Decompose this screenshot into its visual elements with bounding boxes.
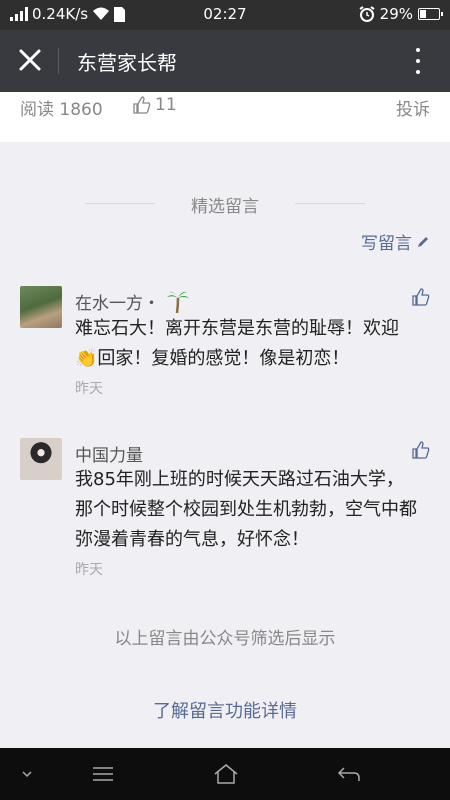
article-footer: 阅读 1860 11 投诉	[0, 92, 450, 142]
comment-time: 昨天	[75, 381, 103, 397]
page-title: 东营家长帮	[77, 51, 177, 75]
read-count: 阅读 1860	[20, 100, 103, 120]
more-vertical-icon	[416, 48, 420, 52]
comment-text: 我85年刚上班的时候天天路过石油大学，那个时候整个校园到处生机勃勃，空气中都弥漫…	[75, 469, 417, 550]
back-icon	[337, 767, 360, 781]
title-divider	[58, 48, 59, 74]
write-comment-button[interactable]: 写留言	[361, 229, 430, 254]
report-link[interactable]: 投诉	[396, 95, 430, 120]
thumbs-up-icon	[412, 288, 430, 306]
comments-title: 精选留言	[191, 197, 259, 217]
article-like-count: 11	[155, 95, 177, 115]
nav-bar	[0, 748, 450, 800]
comments-section-title: 精选留言	[0, 192, 450, 217]
battery-percent: 29%	[379, 5, 413, 23]
comment-like-button[interactable]	[412, 441, 430, 463]
comment-nickname: 中国力量	[75, 446, 143, 466]
chevron-down-icon	[22, 771, 32, 778]
avatar[interactable]	[20, 438, 62, 480]
comment-text: 难忘石大！离开东营是东营的耻辱！欢迎👏回家！复婚的感觉！像是初恋！	[75, 318, 399, 369]
comment-nickname: 在水一方・	[75, 289, 190, 314]
thumbs-up-icon	[412, 441, 430, 459]
pencil-icon	[418, 236, 428, 247]
filter-note: 以上留言由公众号筛选后显示	[114, 629, 336, 649]
battery-icon	[418, 8, 443, 20]
avatar[interactable]	[20, 286, 62, 328]
palm-tree-emoji	[167, 291, 189, 313]
title-line-left	[85, 203, 155, 204]
title-line-right	[295, 203, 365, 204]
thumbs-up-icon	[133, 96, 151, 114]
comment-time: 昨天	[75, 562, 103, 578]
more-button[interactable]	[406, 46, 430, 76]
learn-more-link[interactable]: 了解留言功能详情	[0, 697, 450, 723]
close-button[interactable]	[14, 46, 46, 76]
menu-icon	[93, 767, 113, 781]
alarm-icon	[359, 6, 375, 22]
write-comment-label: 写留言	[361, 234, 412, 254]
close-icon	[19, 49, 41, 71]
home-icon	[214, 764, 238, 784]
nav-back-button[interactable]	[334, 762, 364, 786]
comment-like-button[interactable]	[412, 288, 430, 310]
app-bar: 东营家长帮	[0, 30, 450, 92]
status-bar: 0.24K/s 02:27 29%	[0, 0, 450, 30]
article-like-button[interactable]: 11	[133, 95, 177, 115]
nav-hide-button[interactable]	[12, 762, 42, 786]
nav-menu-button[interactable]	[88, 762, 118, 786]
nav-home-button[interactable]	[211, 762, 241, 786]
